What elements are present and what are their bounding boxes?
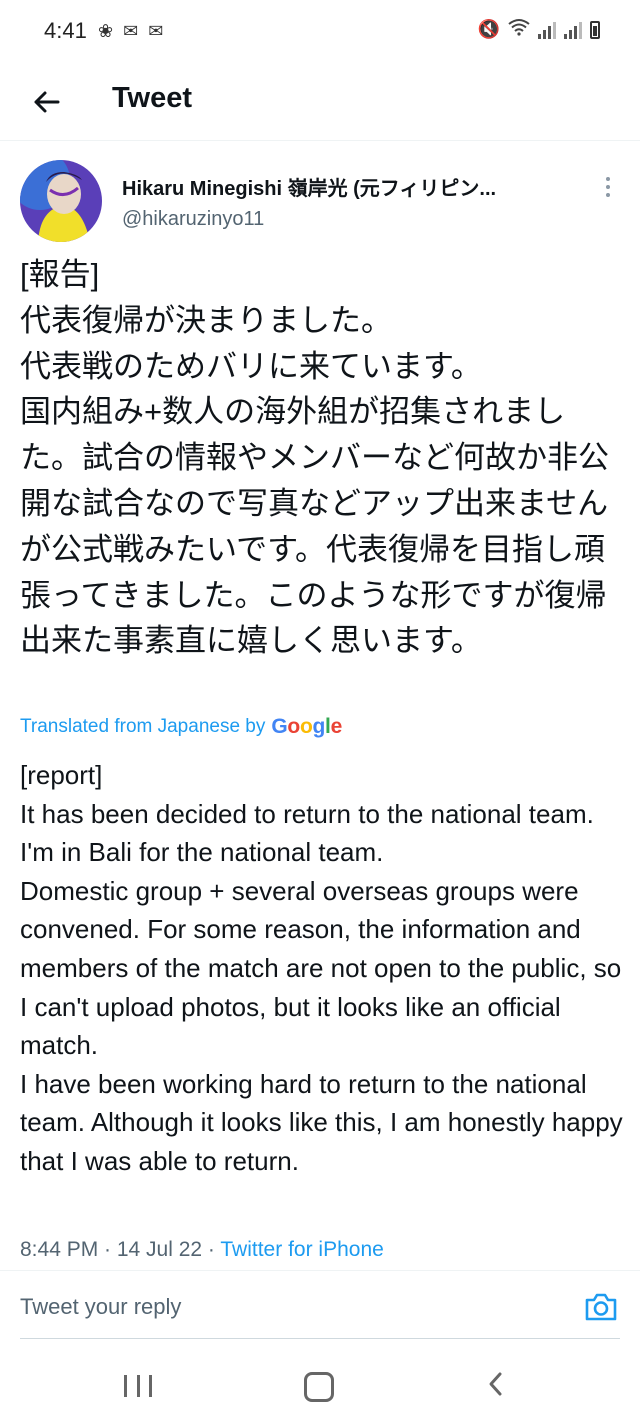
- more-dot-icon: [606, 185, 610, 189]
- mail-notification-icon: ✉: [148, 21, 164, 41]
- google-logo: Google: [271, 715, 342, 738]
- tweet-text: [報告] 代表復帰が決まりました。 代表戦のためバリに来ています。 国内組み+数…: [20, 257, 609, 659]
- recent-apps-icon: [124, 1375, 127, 1397]
- timestamp-text: 8:44 PM · 14 Jul 22 ·: [20, 1238, 221, 1261]
- notification-icons: ❀ ✉ ✉: [98, 20, 163, 42]
- translated-text: [report] It has been decided to return t…: [20, 760, 623, 1176]
- app-notification-icon: ❀: [98, 21, 114, 41]
- system-nav-bar: [0, 1352, 640, 1422]
- tweet-source-link[interactable]: Twitter for iPhone: [220, 1238, 383, 1261]
- reply-underline: [20, 1338, 620, 1339]
- page-title: Tweet: [112, 82, 193, 114]
- author-handle[interactable]: @hikaruzinyo11: [122, 208, 264, 231]
- more-dot-icon: [606, 193, 610, 197]
- home-button[interactable]: [304, 1372, 334, 1402]
- arrow-left-icon: [34, 91, 60, 113]
- camera-icon: [585, 1293, 617, 1321]
- system-icons: 🔇: [478, 18, 600, 41]
- wifi-icon: [508, 18, 530, 41]
- author-name[interactable]: Hikaru Minegishi 嶺岸光 (元フィリピン...: [122, 172, 582, 201]
- back-button[interactable]: [24, 80, 68, 124]
- translated-label: Translated from Japanese by: [20, 716, 266, 737]
- recent-apps-button[interactable]: [124, 1372, 152, 1400]
- signal-icon: [564, 21, 582, 39]
- translation-attribution[interactable]: Translated from Japanese by Google: [20, 715, 342, 739]
- divider: [0, 1270, 640, 1271]
- status-bar: 4:41 ❀ ✉ ✉ 🔇: [0, 0, 640, 64]
- status-time: 4:41: [44, 18, 87, 43]
- avatar[interactable]: [20, 160, 102, 242]
- top-app-bar: Tweet: [0, 64, 640, 141]
- reply-input[interactable]: Tweet your reply: [20, 1294, 181, 1320]
- chevron-left-icon: [489, 1372, 502, 1396]
- system-back-button[interactable]: [484, 1368, 508, 1400]
- camera-button[interactable]: [584, 1290, 618, 1324]
- recent-apps-icon: [149, 1375, 152, 1397]
- more-dot-icon: [606, 177, 610, 181]
- more-options-button[interactable]: [598, 172, 618, 202]
- signal-icon: [538, 21, 556, 39]
- mute-icon: 🔇: [477, 19, 500, 39]
- tweet-timestamp: 8:44 PM · 14 Jul 22 · Twitter for iPhone: [20, 1238, 384, 1262]
- recent-apps-icon: [136, 1375, 140, 1397]
- mail-notification-icon: ✉: [123, 21, 139, 41]
- battery-icon: [590, 20, 600, 39]
